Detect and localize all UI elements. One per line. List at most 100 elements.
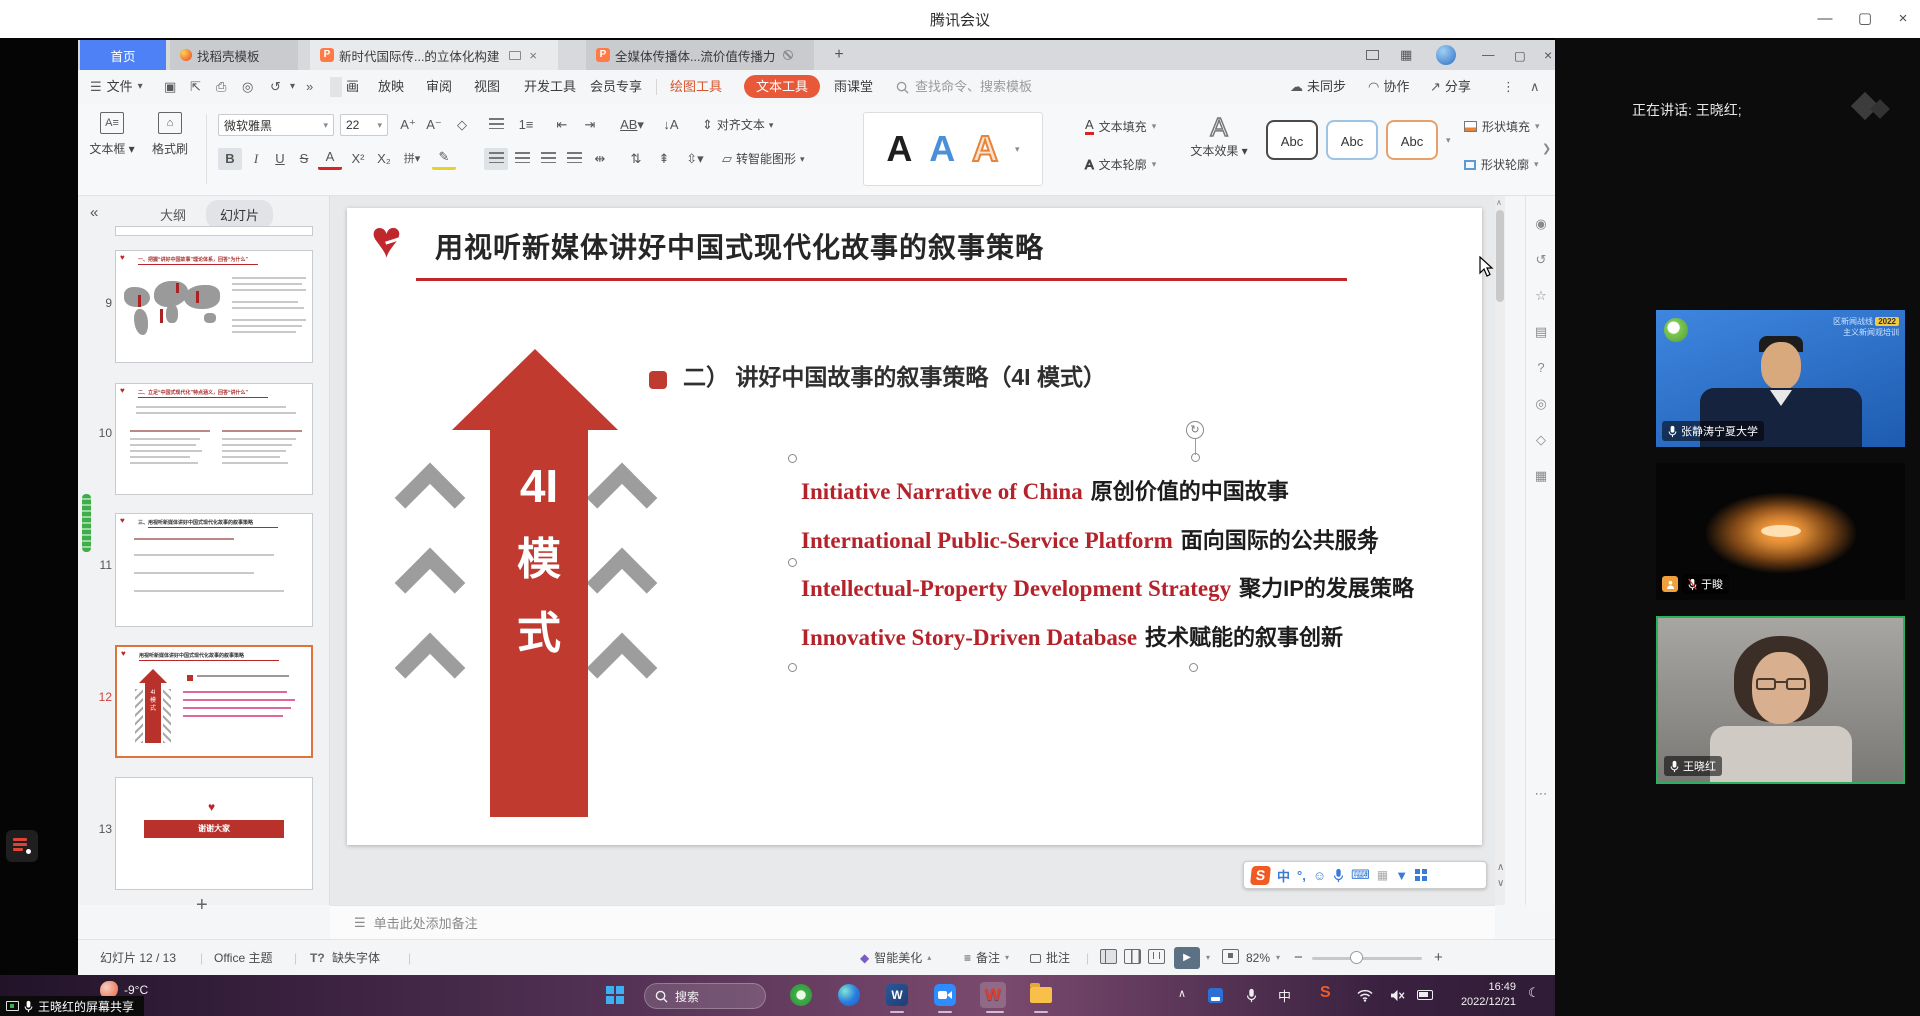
ime-emoji-icon[interactable]: ☺: [1313, 868, 1326, 883]
preview-icon[interactable]: ◎: [242, 70, 253, 104]
text-outline-button[interactable]: A 文本轮廓▾: [1085, 156, 1156, 173]
tab-document-2[interactable]: P 全媒体传播体...流价值传播力: [586, 40, 814, 70]
tab-slides[interactable]: 幻灯片: [206, 200, 273, 229]
section-heading[interactable]: 二） 讲好中国故事的叙事策略（4I 模式）: [683, 358, 1106, 392]
notes-bar[interactable]: ☰ 单击此处添加备注: [330, 905, 1495, 939]
smart-beautify-button[interactable]: ◆ 智能美化 ▴: [860, 940, 931, 976]
align-center-icon[interactable]: [510, 148, 534, 170]
tab-outline[interactable]: 大纲: [160, 205, 186, 224]
wordart-style-orange[interactable]: A: [972, 128, 998, 170]
text-fill-button[interactable]: A 文本填充▾: [1085, 118, 1156, 135]
item-line-3[interactable]: Intellectual-Property Development Strate…: [801, 571, 1414, 603]
comments-button[interactable]: 批注: [1030, 940, 1070, 976]
selection-handle[interactable]: [788, 663, 797, 672]
sogou-tray-icon[interactable]: S: [1320, 984, 1331, 1002]
previous-slide-button[interactable]: ∧: [1497, 862, 1504, 873]
arrange-windows-icon[interactable]: [1356, 40, 1389, 70]
ime-lang-indicator[interactable]: 中: [1278, 986, 1291, 1005]
sogou-logo-icon[interactable]: S: [1250, 866, 1271, 885]
export-icon[interactable]: ⇱: [190, 70, 201, 104]
collapse-panel-icon[interactable]: «: [90, 204, 98, 221]
clipboard-icon[interactable]: ▤: [1533, 324, 1549, 340]
user-avatar[interactable]: [1426, 40, 1466, 70]
distribute-icon[interactable]: ⇹: [588, 148, 612, 170]
slide-thumbnail-10[interactable]: ♥ 二、立足“中国式现代化”特点涵义，回答“讲什么”: [115, 383, 313, 495]
file-explorer-icon[interactable]: [1028, 982, 1054, 1008]
selection-handle[interactable]: [788, 454, 797, 463]
superscript-icon[interactable]: X²: [346, 148, 370, 170]
shape-style-orange[interactable]: Abc: [1386, 120, 1438, 160]
wordart-style-blue[interactable]: A: [929, 128, 955, 170]
arrow-head[interactable]: [452, 349, 618, 430]
align-text-menu[interactable]: ⇕ 对齐文本▾: [698, 114, 794, 136]
panel-scrollbar-thumb[interactable]: [82, 494, 91, 552]
font-color-icon[interactable]: A: [318, 148, 342, 170]
tab-close-icon[interactable]: ×: [529, 48, 537, 63]
menu-view[interactable]: 视图: [474, 70, 500, 104]
text-effect-button[interactable]: A 文本效果 ▾: [1188, 112, 1250, 160]
justify-icon[interactable]: [562, 148, 586, 170]
start-button[interactable]: [602, 982, 628, 1008]
collapse-ribbon-icon[interactable]: ∧: [1530, 70, 1540, 104]
wps-maximize-button[interactable]: ▢: [1504, 40, 1536, 70]
zoom-slider-knob[interactable]: [1350, 951, 1363, 964]
underline-icon[interactable]: U: [268, 148, 292, 170]
share-button[interactable]: ↗ 分享: [1430, 70, 1471, 104]
align-right-icon[interactable]: [536, 148, 560, 170]
wordart-gallery[interactable]: A A A ▾: [863, 112, 1043, 186]
menu-rain-classroom[interactable]: 雨课堂: [834, 70, 873, 104]
insert-textbox-button[interactable]: A≡ 文本框 ▾: [86, 112, 138, 157]
save-icon[interactable]: ▣: [164, 70, 176, 104]
increase-indent-icon[interactable]: ⇥: [578, 114, 602, 136]
menu-animation-partial[interactable]: 画: [346, 70, 359, 104]
tab-document-active[interactable]: P 新时代国际传...的立体化构建 ×: [310, 40, 558, 70]
selection-handle[interactable]: [1189, 663, 1198, 672]
decrease-indent-icon[interactable]: ⇤: [550, 114, 574, 136]
print-icon[interactable]: ⎙: [216, 70, 226, 104]
sync-status[interactable]: ☁ 未同步: [1290, 70, 1346, 104]
tray-expand-icon[interactable]: ∧: [1178, 987, 1186, 1000]
taskbar-search[interactable]: 搜索: [644, 983, 766, 1009]
canvas-scrollbar[interactable]: ∧: [1495, 196, 1505, 905]
font-size-select[interactable]: 22▾: [340, 114, 388, 136]
collaborate-button[interactable]: ◠ 协作: [1368, 70, 1409, 104]
undo-icon[interactable]: ↺: [270, 70, 281, 104]
notes-button[interactable]: ≡ 备注 ▾: [964, 940, 1009, 976]
meeting-dock-widget[interactable]: [6, 830, 38, 862]
slide-thumbnail-11[interactable]: ♥ 三、用视听新媒体讲好中国式现代化故事的叙事策略: [115, 513, 313, 627]
grid-view-icon[interactable]: [1124, 949, 1141, 964]
navigation-icon[interactable]: ◇: [1533, 432, 1549, 448]
ime-toolbox-icon[interactable]: ▦: [1377, 868, 1388, 882]
edge-browser-icon[interactable]: [836, 982, 862, 1008]
zoom-in-button[interactable]: +: [1434, 940, 1443, 976]
ime-punct-icon[interactable]: °,: [1297, 868, 1306, 883]
align-left-icon[interactable]: [484, 148, 508, 170]
command-search[interactable]: 查找命令、搜索模板: [896, 70, 1032, 104]
subscript-icon[interactable]: X₂: [372, 148, 396, 170]
ime-mic-icon[interactable]: [1333, 868, 1344, 883]
video-tile-1[interactable]: 区新闻战线 2022 主义新闻观培训 张静涛宁夏大学: [1656, 310, 1905, 447]
selection-handle[interactable]: [788, 558, 797, 567]
maximize-button[interactable]: ▢: [1852, 8, 1878, 30]
line-spacing-icon[interactable]: ⇅: [624, 148, 648, 170]
minimize-button[interactable]: —: [1812, 8, 1838, 30]
clear-format-icon[interactable]: ◇: [450, 114, 474, 136]
browser-360-icon[interactable]: [788, 982, 814, 1008]
numbered-list-icon[interactable]: 1≡: [514, 114, 538, 136]
normal-view-icon[interactable]: [1100, 949, 1117, 964]
video-tile-3-speaking[interactable]: 王晓红: [1656, 616, 1905, 784]
decrease-font-icon[interactable]: A⁻: [422, 114, 446, 136]
ribbon-scroll-right-icon[interactable]: ❯: [1542, 142, 1551, 155]
new-tab-button[interactable]: +: [826, 40, 852, 70]
zoom-slider-track[interactable]: [1312, 957, 1422, 960]
video-tile-2[interactable]: 于睃: [1656, 463, 1905, 600]
menu-slideshow[interactable]: 放映: [378, 70, 404, 104]
taskbar-clock[interactable]: 16:49 2022/12/21: [1446, 980, 1516, 1010]
line-height-icon[interactable]: ⇳▾: [680, 148, 710, 170]
text-direction-icon[interactable]: ↓A: [656, 114, 686, 136]
tencent-meeting-icon[interactable]: [932, 982, 958, 1008]
zoom-level[interactable]: 82%: [1246, 940, 1270, 976]
wifi-icon[interactable]: [1352, 982, 1378, 1008]
arrow-body[interactable]: 4I 模 式: [490, 429, 588, 817]
wordart-more-icon[interactable]: ▾: [1015, 144, 1020, 155]
